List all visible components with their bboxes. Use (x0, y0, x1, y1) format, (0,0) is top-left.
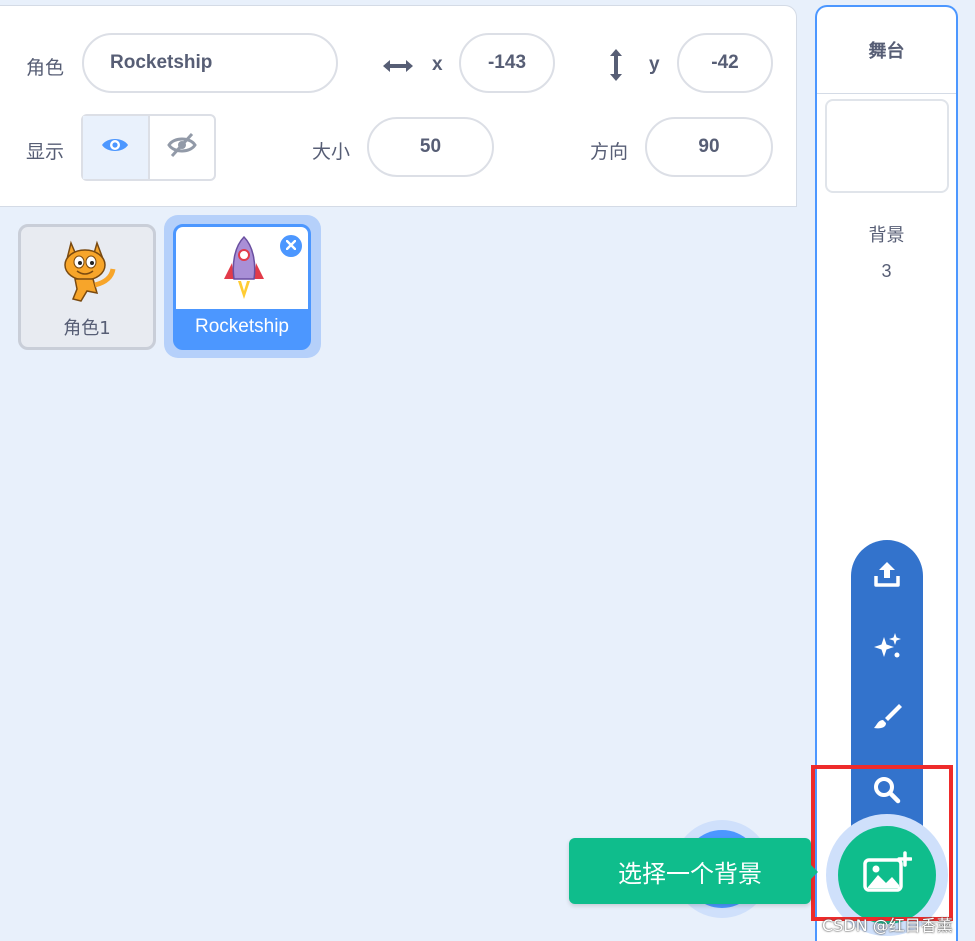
direction-input[interactable]: 90 (645, 117, 773, 177)
y-label: y (649, 54, 660, 75)
watermark: CSDN @红目香薰 (822, 916, 953, 935)
sprite-tile-label: Rocketship (195, 316, 289, 337)
backdrops-label: 背景 (868, 225, 905, 246)
highlight-box (811, 765, 953, 921)
surprise-icon (872, 631, 902, 666)
delete-sprite-button[interactable] (278, 233, 304, 259)
direction-label: 方向 (590, 141, 629, 163)
upload-backdrop-button[interactable] (851, 546, 923, 606)
visibility-toggle (81, 114, 216, 181)
upload-icon (872, 559, 902, 594)
y-input[interactable]: -42 (677, 33, 773, 93)
x-label: x (432, 54, 443, 75)
horizontal-arrows-icon (380, 54, 416, 78)
stage-thumbnail[interactable] (825, 99, 949, 193)
paint-backdrop-button[interactable] (851, 688, 923, 748)
stage-title: 舞台 (817, 7, 956, 94)
size-label: 大小 (312, 141, 351, 163)
x-input[interactable]: -143 (459, 33, 555, 93)
tooltip-arrow (811, 865, 818, 879)
sprite-info-panel: 角色 Rocketship x -143 y -42 显示 大小 50 方向 9… (0, 5, 797, 207)
vertical-arrows-icon (604, 46, 628, 84)
paint-icon (872, 701, 902, 736)
show-label: 显示 (26, 141, 65, 163)
surprise-backdrop-button[interactable] (851, 618, 923, 678)
eye-icon (100, 134, 130, 161)
choose-backdrop-tooltip: 选择一个背景 (569, 838, 811, 904)
show-sprite-button[interactable] (83, 116, 148, 179)
sprite-name-input[interactable]: Rocketship (82, 33, 338, 93)
size-input[interactable]: 50 (367, 117, 494, 177)
backdrops-count: 3 (881, 261, 892, 281)
sprite-tile[interactable]: 角色1 (18, 224, 156, 350)
cat-sprite-thumbnail (53, 235, 121, 310)
eye-off-icon (166, 132, 197, 163)
sprite-name-label: 角色 (26, 57, 65, 79)
close-icon (285, 237, 297, 255)
hide-sprite-button[interactable] (147, 116, 215, 179)
sprite-tile-label: 角色1 (63, 318, 111, 339)
